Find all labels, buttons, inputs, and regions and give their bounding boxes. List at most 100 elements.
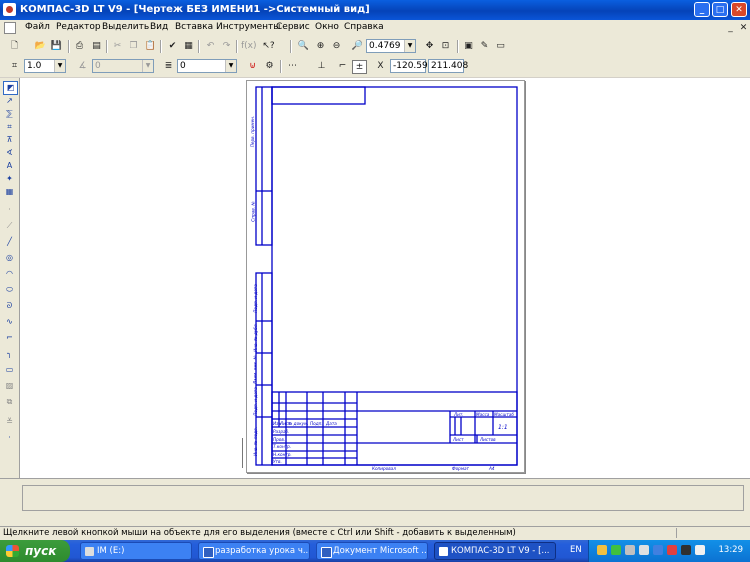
snap-settings-icon[interactable]: ⚙ xyxy=(263,60,276,72)
aux-line-tool-icon[interactable]: ⟋ xyxy=(3,220,16,232)
menu-service[interactable]: Сервис xyxy=(276,22,310,32)
paste-icon[interactable]: 📋 xyxy=(144,40,157,52)
manager-icon[interactable]: ▣ xyxy=(462,40,475,52)
menu-file[interactable]: Файл xyxy=(25,22,50,32)
layer-field[interactable]: 0 ▼ xyxy=(177,59,237,73)
tray-icon-1[interactable] xyxy=(597,545,607,555)
undo-icon[interactable]: ↶ xyxy=(204,40,217,52)
ellipse-tool-icon[interactable]: ⬭ xyxy=(3,284,16,296)
line-scale-field[interactable]: 1.0 ▼ xyxy=(24,59,66,73)
maximize-button[interactable]: □ xyxy=(712,2,728,17)
drawing-canvas[interactable]: Изм Лист № докум. Подп. Дата Разраб. Про… xyxy=(20,78,750,478)
drawing-sheet-a4[interactable]: Изм Лист № докум. Подп. Дата Разраб. Про… xyxy=(246,80,525,473)
chamfer-tool-icon[interactable]: ⌐ xyxy=(3,332,16,344)
chevron-down-icon[interactable]: ▼ xyxy=(142,60,153,72)
angle-step-icon[interactable]: ∡ xyxy=(76,60,89,72)
measurements-tab-icon[interactable]: ∢ xyxy=(3,147,16,159)
variables-icon[interactable]: ✎ xyxy=(478,40,491,52)
task-im-drive[interactable]: IM (E:) xyxy=(80,542,192,560)
more-tools-icon[interactable]: · xyxy=(3,432,16,444)
print-preview-icon[interactable]: ▤ xyxy=(90,40,103,52)
arc-tool-icon[interactable]: ◠ xyxy=(3,268,16,280)
tray-icon-6[interactable] xyxy=(667,545,677,555)
menu-edit[interactable]: Редактор xyxy=(56,22,101,32)
coord-x-field[interactable]: -120.59 xyxy=(390,59,428,73)
close-button[interactable]: ✕ xyxy=(731,2,747,17)
local-cs-icon[interactable]: ⊥ xyxy=(315,60,328,72)
point-tool-icon[interactable]: · xyxy=(3,204,16,216)
zoom-window-icon[interactable]: 🔍 xyxy=(297,40,310,52)
task-word-document[interactable]: Документ Microsoft ... xyxy=(316,542,428,560)
tray-icon-8[interactable] xyxy=(695,545,705,555)
equidistant-tool-icon[interactable]: ≚ xyxy=(3,416,16,428)
fillet-tool-icon[interactable]: ╮ xyxy=(3,348,16,360)
menu-view[interactable]: Вид xyxy=(150,22,168,32)
properties-icon[interactable]: ✔ xyxy=(166,40,179,52)
editing-tab-icon[interactable]: ⌗ xyxy=(3,121,16,133)
chevron-down-icon[interactable]: ▼ xyxy=(54,60,65,72)
zoom-scale-icon[interactable]: 🔎 xyxy=(351,40,364,52)
chevron-down-icon[interactable]: ▼ xyxy=(225,60,236,72)
magnet-snap-icon[interactable]: ⊍ xyxy=(246,60,259,72)
menu-tools[interactable]: Инструменты xyxy=(216,22,280,32)
spline-tool-icon[interactable]: ∿ xyxy=(3,316,16,328)
designations-tab-icon[interactable]: ⅀ xyxy=(3,108,16,120)
polyline-tool-icon[interactable]: ᘐ xyxy=(3,300,16,312)
tree-icon[interactable]: ▦ xyxy=(182,40,195,52)
function-icon[interactable]: f(x) xyxy=(241,40,257,52)
hatch-tool-icon[interactable]: ▨ xyxy=(3,380,16,392)
tray-icon-2[interactable] xyxy=(611,545,621,555)
doc-close-button[interactable]: ✕ xyxy=(737,22,750,34)
angle-step-field[interactable]: 0 ▼ xyxy=(92,59,154,73)
tray-icon-4[interactable] xyxy=(639,545,649,555)
menu-help[interactable]: Справка xyxy=(344,22,384,32)
tray-icon-7[interactable] xyxy=(681,545,691,555)
cut-icon[interactable]: ✂ xyxy=(111,40,124,52)
zoom-out-icon[interactable]: ⊖ xyxy=(330,40,343,52)
copy-icon[interactable]: ❐ xyxy=(127,40,140,52)
grid-icon[interactable]: ⋯ xyxy=(286,60,299,72)
doc-minimize-button[interactable]: _ xyxy=(724,22,737,34)
contour-tool-icon[interactable]: ⧉ xyxy=(3,396,16,408)
zoom-field[interactable]: 0.4769 ▼ xyxy=(366,39,416,53)
reports-tab-icon[interactable]: ▦ xyxy=(3,186,16,198)
print-icon[interactable]: ⎙ xyxy=(73,40,86,52)
step-cursor-icon[interactable]: ⌗ xyxy=(8,60,21,72)
zoom-in-icon[interactable]: ⊕ xyxy=(314,40,327,52)
show-all-icon[interactable]: ⊡ xyxy=(439,40,452,52)
menu-window[interactable]: Окно xyxy=(315,22,339,32)
task-kompas[interactable]: КОМПАС-3D LT V9 - [... xyxy=(434,542,556,560)
library-icon[interactable]: ▭ xyxy=(494,40,507,52)
minimize-button[interactable]: _ xyxy=(694,2,710,17)
spec-tab-icon[interactable]: ✦ xyxy=(3,173,16,185)
rectangle-tool-icon[interactable]: ▭ xyxy=(3,364,16,376)
document-icon[interactable] xyxy=(4,22,16,34)
chevron-down-icon[interactable]: ▼ xyxy=(404,40,415,52)
coord-y-field[interactable]: 211.408 xyxy=(428,59,468,73)
layer-icon[interactable]: ≣ xyxy=(162,60,175,72)
parametrization-tab-icon[interactable]: ⊼ xyxy=(3,134,16,146)
save-icon[interactable]: 💾 xyxy=(50,40,63,52)
help-pointer-icon[interactable]: ↖? xyxy=(262,40,275,52)
tray-icon-5[interactable] xyxy=(653,545,663,555)
segment-tool-icon[interactable]: ╱ xyxy=(3,236,16,248)
language-indicator[interactable]: EN xyxy=(570,545,582,555)
geometry-tab-icon[interactable]: ◩ xyxy=(3,81,18,95)
task-word-lesson[interactable]: разработка урока ч... xyxy=(198,542,310,560)
round-off-icon[interactable]: ± xyxy=(352,60,367,74)
selection-tab-icon[interactable]: A xyxy=(3,160,16,172)
open-folder-icon[interactable]: 📂 xyxy=(34,40,47,52)
sizes-tab-icon[interactable]: ↗ xyxy=(3,95,16,107)
menu-select[interactable]: Выделить xyxy=(102,22,149,32)
pan-icon[interactable]: ✥ xyxy=(423,40,436,52)
tray-icon-3[interactable] xyxy=(625,545,635,555)
new-document-icon[interactable]: 🗋 xyxy=(8,40,21,52)
coordinates-icon[interactable]: X xyxy=(374,60,387,72)
menu-insert[interactable]: Вставка xyxy=(175,22,213,32)
kompas-app-icon[interactable] xyxy=(3,3,16,16)
ortho-icon[interactable]: ⌐ xyxy=(336,60,349,72)
clock[interactable]: 13:29 xyxy=(719,545,744,555)
circle-tool-icon[interactable]: ◎ xyxy=(3,252,16,264)
start-button[interactable]: пуск xyxy=(0,540,70,562)
redo-icon[interactable]: ↷ xyxy=(220,40,233,52)
